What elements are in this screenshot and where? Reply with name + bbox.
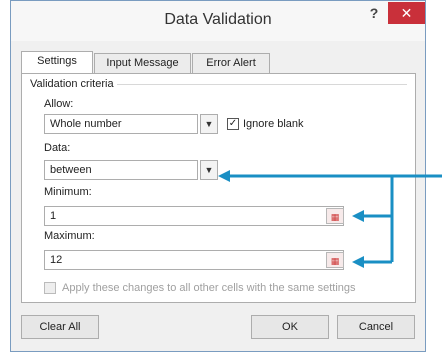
- apply-all-checkbox[interactable]: [44, 282, 56, 294]
- data-label: Data:: [44, 142, 71, 154]
- chevron-down-icon: ▼: [204, 165, 214, 175]
- minimum-label: Minimum:: [44, 186, 92, 198]
- maximum-label: Maximum:: [44, 230, 95, 242]
- group-divider: [117, 84, 407, 85]
- tab-settings[interactable]: Settings: [21, 51, 93, 74]
- maximum-input[interactable]: 12: [44, 250, 344, 270]
- cancel-button[interactable]: Cancel: [337, 315, 415, 339]
- apply-all-label: Apply these changes to all other cells w…: [62, 282, 356, 294]
- data-select[interactable]: between: [44, 160, 198, 180]
- range-select-icon: ▦: [330, 212, 340, 222]
- tab-input-message[interactable]: Input Message: [94, 53, 191, 73]
- minimum-input[interactable]: 1: [44, 206, 344, 226]
- help-button[interactable]: ?: [366, 5, 382, 23]
- title-bar: Data Validation ? ✕: [11, 1, 425, 41]
- range-select-icon: ▦: [330, 256, 340, 266]
- allow-dropdown-button[interactable]: ▼: [200, 114, 218, 134]
- data-validation-dialog: Data Validation ? ✕ Settings Input Messa…: [10, 0, 426, 352]
- settings-panel: Validation criteria Allow: Whole number …: [21, 73, 416, 303]
- dialog-title: Data Validation: [164, 11, 272, 28]
- clear-all-button[interactable]: Clear All: [21, 315, 99, 339]
- ignore-blank-checkbox[interactable]: ✓: [227, 118, 239, 130]
- tab-error-alert[interactable]: Error Alert: [192, 53, 270, 73]
- minimum-range-selector[interactable]: ▦: [326, 208, 344, 224]
- validation-criteria-label: Validation criteria: [30, 78, 114, 90]
- maximum-range-selector[interactable]: ▦: [326, 252, 344, 268]
- checkmark-icon: ✓: [228, 118, 238, 129]
- ok-button[interactable]: OK: [251, 315, 329, 339]
- close-icon: ✕: [400, 5, 413, 21]
- ignore-blank-label: Ignore blank: [243, 118, 304, 130]
- allow-label: Allow:: [44, 98, 74, 110]
- allow-select[interactable]: Whole number: [44, 114, 198, 134]
- close-button[interactable]: ✕: [388, 2, 425, 24]
- data-dropdown-button[interactable]: ▼: [200, 160, 218, 180]
- chevron-down-icon: ▼: [204, 119, 214, 129]
